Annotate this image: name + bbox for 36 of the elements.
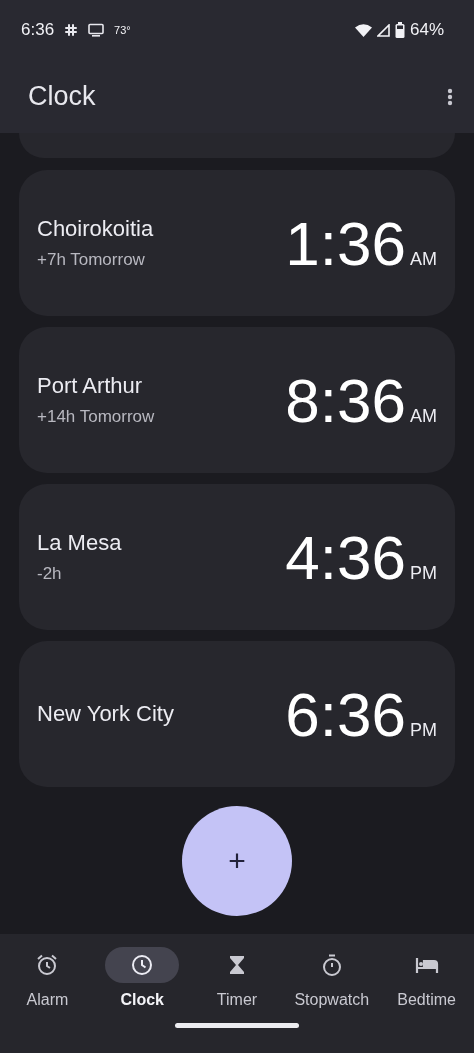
time-offset: -2h — [37, 564, 63, 584]
nav-tab[interactable]: Timer — [192, 947, 282, 1009]
city-name: La Mesa — [37, 530, 122, 556]
city-name: Port Arthur — [37, 373, 144, 399]
status-time: 6:36 — [21, 20, 55, 40]
nav-tab[interactable]: Clock — [97, 947, 188, 1009]
clock-time: 1:36 — [285, 207, 406, 279]
time-period: PM — [410, 562, 437, 584]
clock-time: 8:36 — [285, 364, 406, 436]
time-period: AM — [410, 248, 437, 270]
nav-tab[interactable]: Alarm — [2, 947, 93, 1009]
clock-card[interactable]: La Mesa -2h 4:36 PM — [19, 484, 455, 630]
add-button[interactable]: + — [182, 806, 292, 916]
monitor-icon — [88, 23, 105, 37]
clock-time: 4:36 — [285, 521, 406, 593]
time-period: AM — [410, 405, 437, 427]
more-options-icon[interactable] — [447, 87, 453, 106]
city-name: New York City — [37, 701, 174, 727]
hash-icon — [64, 23, 79, 37]
clock-card[interactable]: Port Arthur +14h Tomorrow 8:36 AM — [19, 327, 455, 473]
clock-time: 6:36 — [285, 678, 406, 750]
city-name: Choirokoitia — [37, 216, 154, 242]
time-offset: +14h Tomorrow — [37, 407, 155, 427]
clock-card[interactable]: Choirokoitia +7h Tomorrow 1:36 AM — [19, 170, 455, 316]
wifi-icon — [354, 23, 372, 37]
signal-icon — [376, 23, 390, 37]
app-title: Clock — [28, 81, 96, 112]
clock-card[interactable]: New York City 6:36 PM — [19, 641, 455, 787]
nav-tab[interactable]: Stopwatch — [286, 947, 377, 1009]
time-period: PM — [410, 719, 437, 741]
battery-icon — [394, 22, 405, 38]
time-offset: +7h Tomorrow — [37, 250, 146, 270]
nav-tab[interactable]: Bedtime — [381, 947, 472, 1009]
temperature: 73° — [114, 24, 131, 36]
battery-percent: 64% — [409, 20, 444, 40]
clock-icon — [130, 953, 155, 977]
